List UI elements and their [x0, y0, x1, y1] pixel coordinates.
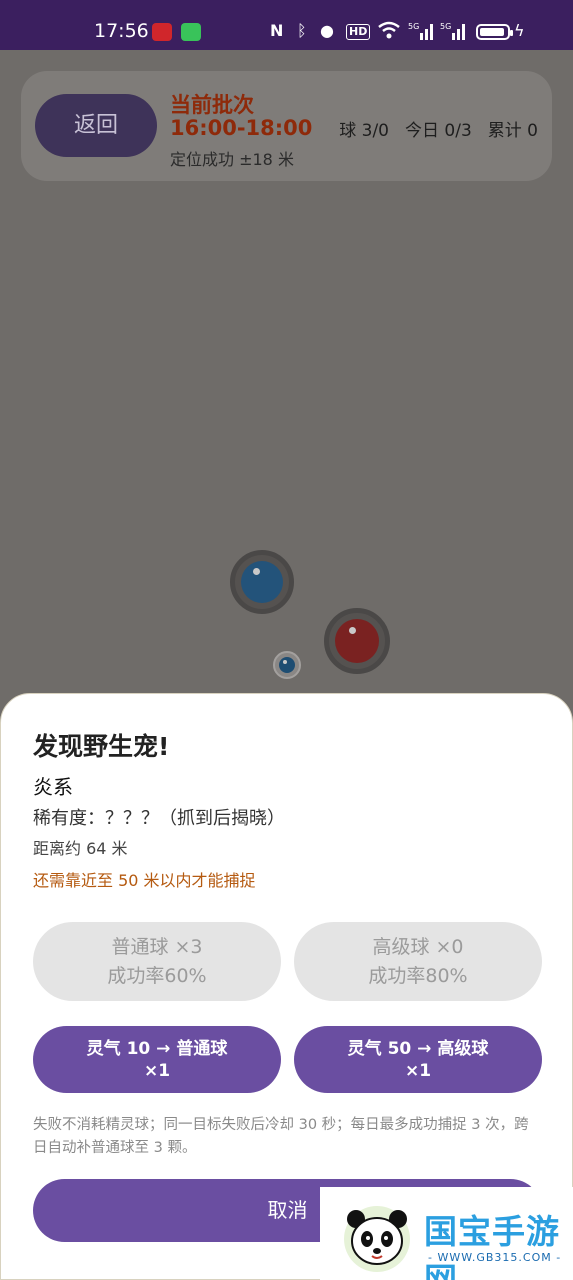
- ball-count: 球 3/0: [339, 121, 389, 141]
- exchange-normal-ball-button[interactable]: 灵气 10 → 普通球 ×1: [33, 1026, 281, 1093]
- app-notification-icon: [152, 23, 172, 41]
- exchange-advanced-line1: 灵气 50 → 高级球: [347, 1039, 489, 1059]
- player-location-marker: [273, 651, 301, 679]
- signal-5g-icon: 5G: [440, 21, 466, 46]
- advanced-ball-rate: 成功率80%: [368, 965, 468, 987]
- advanced-ball-button[interactable]: 高级球 ×0 成功率80%: [294, 922, 542, 1001]
- normal-ball-button[interactable]: 普通球 ×3 成功率60%: [33, 922, 281, 1001]
- watermark-url: - WWW.GB315.COM -: [428, 1251, 562, 1264]
- message-notification-icon: [181, 23, 201, 41]
- batch-info-card: 返回 当前批次 16:00-18:00 定位成功 ±18 米 球 3/0 今日 …: [21, 71, 552, 181]
- status-bar: 17:56 N ᛒ ● HD 5G 5G ϟ: [0, 0, 573, 50]
- nfc-icon: N: [270, 21, 284, 40]
- advanced-ball-label: 高级球 ×0: [372, 936, 464, 958]
- watermark-brand: 国宝手游网: [424, 1212, 560, 1280]
- pet-element: 炎系: [33, 775, 73, 799]
- batch-title: 当前批次: [170, 93, 254, 117]
- sheet-title: 发现野生宠!: [33, 732, 170, 761]
- batch-time: 16:00-18:00: [170, 116, 313, 140]
- today-count: 今日 0/3: [405, 121, 472, 141]
- normal-ball-label: 普通球 ×3: [111, 936, 203, 958]
- pet-rarity: 稀有度：？？？（抓到后揭晓）: [33, 808, 285, 829]
- location-icon: ●: [320, 21, 334, 40]
- location-status: 定位成功 ±18 米: [170, 150, 294, 169]
- normal-ball-rate: 成功率60%: [107, 965, 207, 987]
- status-time: 17:56: [94, 20, 149, 42]
- capture-rules: 失败不消耗精灵球；同一目标失败后冷却 30 秒；每日最多成功捕捉 3 次，跨日自…: [33, 1117, 529, 1156]
- exchange-advanced-ball-button[interactable]: 灵气 50 → 高级球 ×1: [294, 1026, 542, 1093]
- bluetooth-icon: ᛒ: [297, 21, 307, 40]
- approach-hint: 还需靠近至 50 米以内才能捕捉: [33, 871, 256, 890]
- fire-pet-marker[interactable]: [324, 608, 390, 674]
- pet-distance: 距离约 64 米: [33, 839, 128, 858]
- charging-icon: ϟ: [514, 21, 525, 40]
- counts-row: 球 3/0 今日 0/3 累计 0: [339, 116, 538, 141]
- exchange-normal-line2: ×1: [143, 1061, 171, 1081]
- signal-5g-icon: 5G: [408, 21, 434, 46]
- svg-text:5G: 5G: [408, 22, 419, 31]
- svg-text:5G: 5G: [440, 22, 451, 31]
- panda-logo-icon: [344, 1206, 410, 1272]
- exchange-advanced-line2: ×1: [404, 1061, 432, 1081]
- wifi-icon: [378, 21, 400, 44]
- watermark: 国宝手游网 - WWW.GB315.COM -: [320, 1187, 573, 1280]
- water-pet-marker[interactable]: [230, 550, 294, 614]
- total-count: 累计 0: [487, 121, 538, 141]
- exchange-normal-line1: 灵气 10 → 普通球: [86, 1039, 228, 1059]
- back-button[interactable]: 返回: [35, 94, 157, 157]
- hd-icon: HD: [346, 24, 371, 40]
- battery-icon: [476, 24, 513, 40]
